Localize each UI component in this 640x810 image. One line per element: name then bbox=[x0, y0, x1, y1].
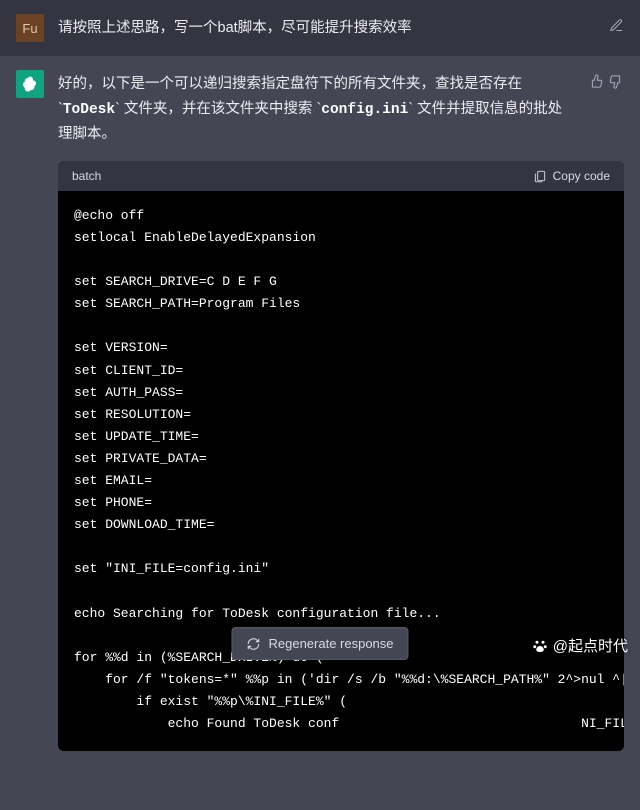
clipboard-icon bbox=[533, 169, 547, 183]
assistant-avatar bbox=[16, 70, 44, 98]
paw-icon bbox=[531, 637, 549, 655]
watermark: @起点时代 bbox=[531, 635, 628, 656]
copy-code-label: Copy code bbox=[553, 169, 610, 183]
code-body: @echo off setlocal EnableDelayedExpansio… bbox=[58, 191, 624, 751]
thumbs-down-icon[interactable] bbox=[609, 74, 624, 94]
user-message-actions bbox=[588, 14, 624, 38]
copy-code-button[interactable]: Copy code bbox=[533, 169, 610, 183]
edit-icon[interactable] bbox=[609, 18, 624, 38]
regenerate-label: Regenerate response bbox=[268, 636, 393, 651]
assistant-message-actions bbox=[588, 70, 624, 94]
watermark-text: @起点时代 bbox=[553, 635, 628, 656]
thumbs-up-icon[interactable] bbox=[588, 74, 603, 94]
code-language-label: batch bbox=[72, 169, 101, 183]
user-message-row: Fu 请按照上述思路，写一个bat脚本，尽可能提升搜索效率 bbox=[0, 0, 640, 56]
refresh-icon bbox=[246, 637, 260, 651]
user-avatar: Fu bbox=[16, 14, 44, 42]
user-message-text: 请按照上述思路，写一个bat脚本，尽可能提升搜索效率 bbox=[58, 14, 574, 41]
assistant-message-text: 好的，以下是一个可以递归搜索指定盘符下的所有文件夹，查找是否存在 `ToDesk… bbox=[58, 70, 574, 147]
assistant-message-row: 好的，以下是一个可以递归搜索指定盘符下的所有文件夹，查找是否存在 `ToDesk… bbox=[0, 56, 640, 161]
assistant-message-container: 好的，以下是一个可以递归搜索指定盘符下的所有文件夹，查找是否存在 `ToDesk… bbox=[0, 56, 640, 810]
code-block-header: batch Copy code bbox=[58, 161, 624, 191]
regenerate-response-button[interactable]: Regenerate response bbox=[231, 627, 408, 660]
code-block: batch Copy code @echo off setlocal Enabl… bbox=[58, 161, 624, 751]
inline-code: config.ini bbox=[321, 102, 408, 118]
inline-code: ToDesk bbox=[63, 102, 115, 118]
